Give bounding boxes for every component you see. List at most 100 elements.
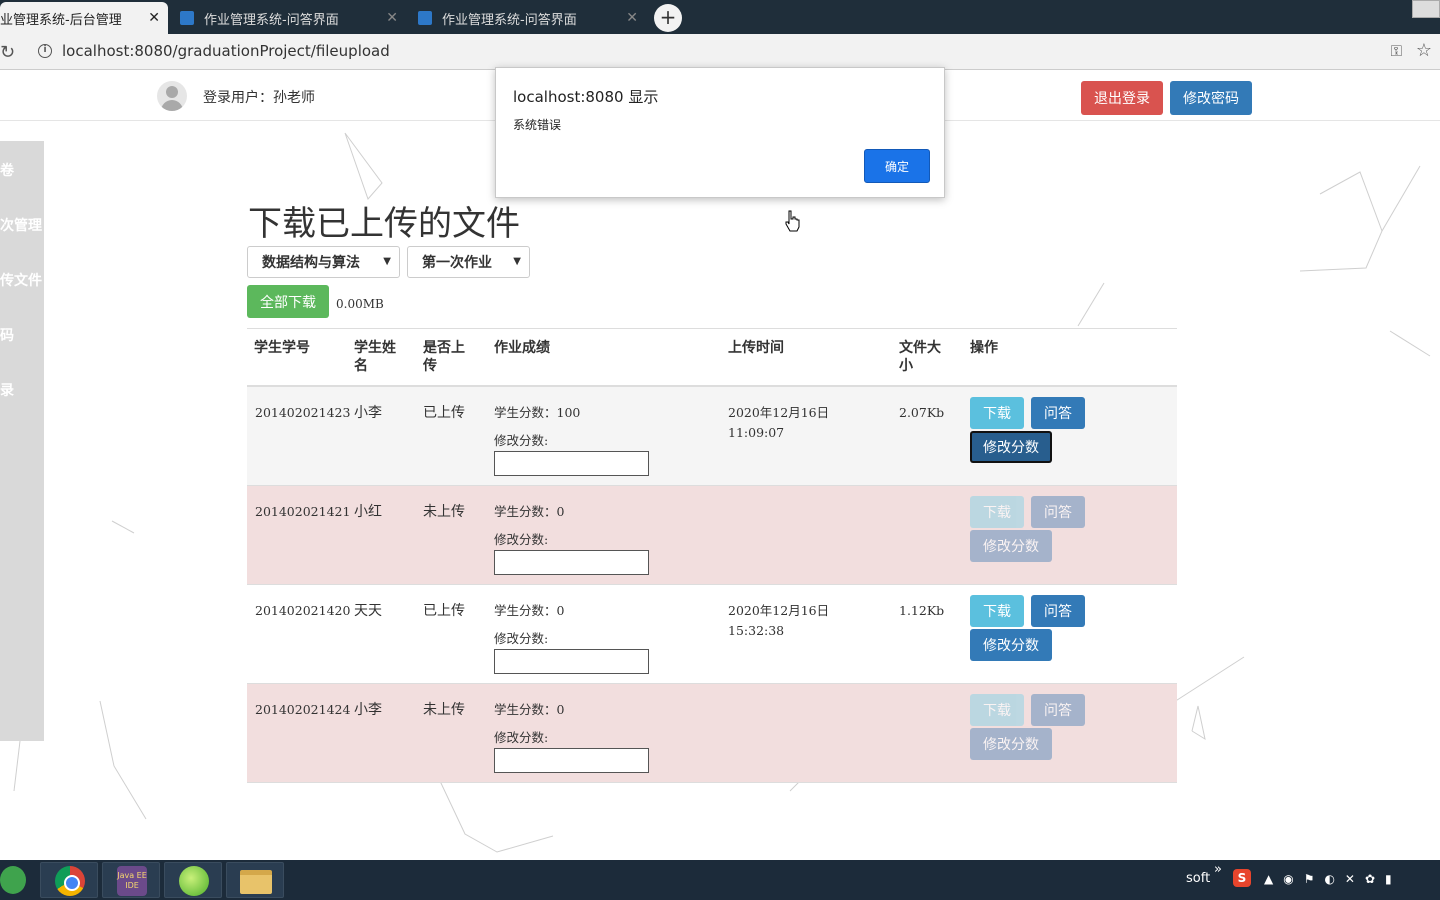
page-icon	[180, 11, 194, 25]
sidebar-item-2[interactable]: 次管理	[0, 215, 44, 235]
sidebar-item-1[interactable]: 卷	[0, 160, 44, 180]
student-id: 201402021424	[255, 702, 351, 717]
login-user: 登录用户：孙老师	[203, 90, 315, 106]
new-tab-button[interactable]: +	[654, 4, 682, 32]
table-header: 学生学号 学生姓名 是否上传 作业成绩 上传时间 文件大小 操作	[247, 329, 1177, 387]
course-select[interactable]: 数据结构与算法 ▼	[247, 246, 400, 278]
taskbar: Java EE IDE soft » S ▲◉⚑◐✕✿▮	[0, 860, 1440, 900]
table-row: 201402021420 天天 已上传 学生分数：0 修改分数: 2020年12…	[247, 585, 1177, 684]
sidebar-item-3[interactable]: 传文件	[0, 270, 44, 290]
tab-label: 业管理系统-后台管理	[0, 12, 122, 28]
modify-score-label: 修改分数:	[494, 532, 549, 547]
taskbar-app[interactable]	[164, 862, 222, 898]
folder-icon	[240, 870, 272, 894]
alert-dialog: localhost:8080 显示 系统错误 确定	[495, 67, 945, 198]
ball-icon	[179, 866, 209, 896]
student-score: 学生分数：0	[494, 504, 565, 519]
dialog-ok-button[interactable]: 确定	[864, 149, 930, 183]
modify-score-label: 修改分数:	[494, 433, 549, 448]
avatar	[157, 81, 187, 111]
key-icon[interactable]: ⚿	[1391, 42, 1402, 60]
close-icon[interactable]: ✕	[626, 10, 638, 26]
download-all-button[interactable]: 全部下载	[247, 285, 329, 318]
sidebar: 卷 次管理 传文件 码 录	[0, 141, 44, 741]
modify-score-input[interactable]	[494, 748, 649, 773]
tray-label: soft	[1186, 871, 1211, 886]
reload-icon[interactable]: ↻	[0, 42, 15, 63]
col-student-name-line2: 名	[354, 358, 368, 374]
qa-button[interactable]: 问答	[1031, 694, 1085, 726]
table-row: 201402021423 小李 已上传 学生分数：100 修改分数: 2020年…	[247, 387, 1177, 486]
chevron-down-icon: ▼	[383, 256, 391, 267]
student-score: 学生分数：0	[494, 603, 565, 618]
close-icon[interactable]: ✕	[148, 10, 160, 26]
modify-score-label: 修改分数:	[494, 631, 549, 646]
col-upload-time: 上传时间	[728, 340, 784, 356]
upload-date: 2020年12月16日	[728, 603, 830, 618]
student-name: 天天	[354, 603, 382, 619]
modify-score-button[interactable]: 修改分数	[970, 629, 1052, 661]
col-file-size: 文件大小	[899, 339, 941, 375]
modify-score-input[interactable]	[494, 649, 649, 674]
browser-tabbar: 业管理系统-后台管理 ✕ 作业管理系统-问答界面 ✕ 作业管理系统-问答界面 ✕…	[0, 0, 1440, 34]
browser-tab-admin[interactable]: 业管理系统-后台管理 ✕	[0, 2, 168, 34]
page-title: 下载已上传的文件	[248, 204, 520, 244]
gear-icon: Java EE IDE	[117, 866, 147, 896]
upload-time: 11:09:07	[728, 425, 785, 440]
dialog-message: 系统错误	[513, 118, 562, 132]
url-input[interactable]: localhost:8080/graduationProject/fileupl…	[62, 42, 390, 60]
modify-score-button[interactable]: 修改分数	[970, 431, 1052, 463]
assignment-select[interactable]: 第一次作业 ▼	[407, 246, 530, 278]
upload-status: 未上传	[423, 702, 465, 718]
change-password-button[interactable]: 修改密码	[1170, 81, 1252, 115]
modify-score-input[interactable]	[494, 451, 649, 476]
col-score: 作业成绩	[494, 340, 550, 356]
tray-icons[interactable]: ▲◉⚑◐✕✿▮	[1264, 872, 1402, 886]
modify-score-button[interactable]: 修改分数	[970, 728, 1052, 760]
download-button[interactable]: 下载	[970, 397, 1024, 429]
tab-label: 作业管理系统-问答界面	[442, 12, 577, 28]
modify-score-input[interactable]	[494, 550, 649, 575]
col-student-name-line1: 学生姓	[354, 340, 396, 356]
browser-tab-qa-1[interactable]: 作业管理系统-问答界面 ✕	[168, 2, 406, 34]
col-uploaded-line1: 是否上	[423, 340, 465, 356]
download-button[interactable]: 下载	[970, 496, 1024, 528]
taskbar-java-ide[interactable]: Java EE IDE	[102, 862, 160, 898]
close-icon[interactable]: ✕	[386, 10, 398, 26]
taskbar-explorer[interactable]	[226, 862, 284, 898]
info-icon[interactable]: i	[38, 44, 52, 58]
student-name: 小红	[354, 504, 382, 520]
student-id: 201402021421	[255, 504, 351, 519]
chrome-icon	[55, 866, 85, 896]
modify-score-button[interactable]: 修改分数	[970, 530, 1052, 562]
sogou-icon[interactable]: S	[1233, 869, 1251, 887]
browser-tab-qa-2[interactable]: 作业管理系统-问答界面 ✕	[406, 2, 646, 34]
student-score: 学生分数：100	[494, 405, 581, 420]
tab-label: 作业管理系统-问答界面	[204, 12, 339, 28]
logout-button[interactable]: 退出登录	[1081, 81, 1163, 115]
sidebar-item-5[interactable]: 录	[0, 380, 44, 400]
col-operations: 操作	[970, 340, 998, 356]
download-button[interactable]: 下载	[970, 694, 1024, 726]
student-name: 小李	[354, 702, 382, 718]
start-icon[interactable]	[0, 866, 26, 894]
sidebar-item-4[interactable]: 码	[0, 325, 44, 345]
star-icon[interactable]: ☆	[1416, 40, 1432, 61]
page-icon	[418, 11, 432, 25]
student-id: 201402021423	[255, 405, 351, 420]
address-bar: ↻ i localhost:8080/graduationProject/fil…	[0, 34, 1440, 70]
col-uploaded: 是否上传	[423, 339, 465, 375]
dialog-title: localhost:8080 显示	[513, 88, 659, 106]
taskbar-chrome[interactable]	[40, 862, 98, 898]
upload-date: 2020年12月16日	[728, 405, 830, 420]
window-restore-button[interactable]	[1412, 0, 1440, 18]
file-size: 1.12Kb	[899, 603, 945, 618]
qa-button[interactable]: 问答	[1031, 496, 1085, 528]
col-student-name: 学生姓名	[354, 339, 396, 375]
course-select-value: 数据结构与算法	[262, 255, 360, 271]
qa-button[interactable]: 问答	[1031, 397, 1085, 429]
tray-chevron-icon[interactable]: »	[1214, 862, 1222, 877]
upload-status: 未上传	[423, 504, 465, 520]
qa-button[interactable]: 问答	[1031, 595, 1085, 627]
download-button[interactable]: 下载	[970, 595, 1024, 627]
